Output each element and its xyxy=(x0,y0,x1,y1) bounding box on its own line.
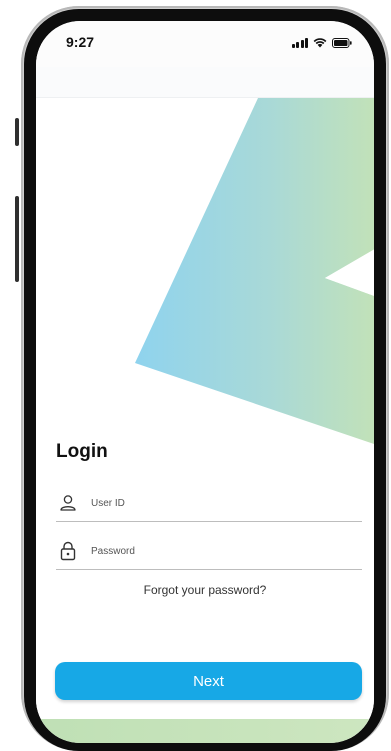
brand-graphic xyxy=(135,98,374,444)
password-field[interactable] xyxy=(56,533,362,570)
user-icon xyxy=(56,491,80,515)
bottom-brand-strip xyxy=(36,719,374,743)
volume-button xyxy=(15,196,19,282)
phone-frame: 9:27 Login User ID Forgot your password?… xyxy=(21,6,389,751)
lock-icon xyxy=(56,539,80,563)
status-icons xyxy=(291,37,353,48)
battery-icon xyxy=(332,37,352,48)
silent-switch xyxy=(15,118,19,146)
next-button[interactable]: Next xyxy=(55,662,362,700)
header-strip xyxy=(36,67,374,98)
login-title: Login xyxy=(56,441,108,462)
forgot-password-link[interactable]: Forgot your password? xyxy=(36,583,374,597)
phone-bezel: 9:27 Login User ID Forgot your password?… xyxy=(24,9,386,751)
phone-screen: 9:27 Login User ID Forgot your password?… xyxy=(36,21,374,743)
status-bar: 9:27 xyxy=(36,21,374,67)
user-id-field[interactable] xyxy=(56,485,362,522)
status-time: 9:27 xyxy=(66,34,95,50)
wifi-icon xyxy=(313,38,327,48)
login-content: Login User ID Forgot your password? Next xyxy=(36,98,374,738)
user-id-input[interactable] xyxy=(91,497,331,509)
cellular-signal-icon xyxy=(291,37,308,48)
password-input[interactable] xyxy=(91,545,331,557)
